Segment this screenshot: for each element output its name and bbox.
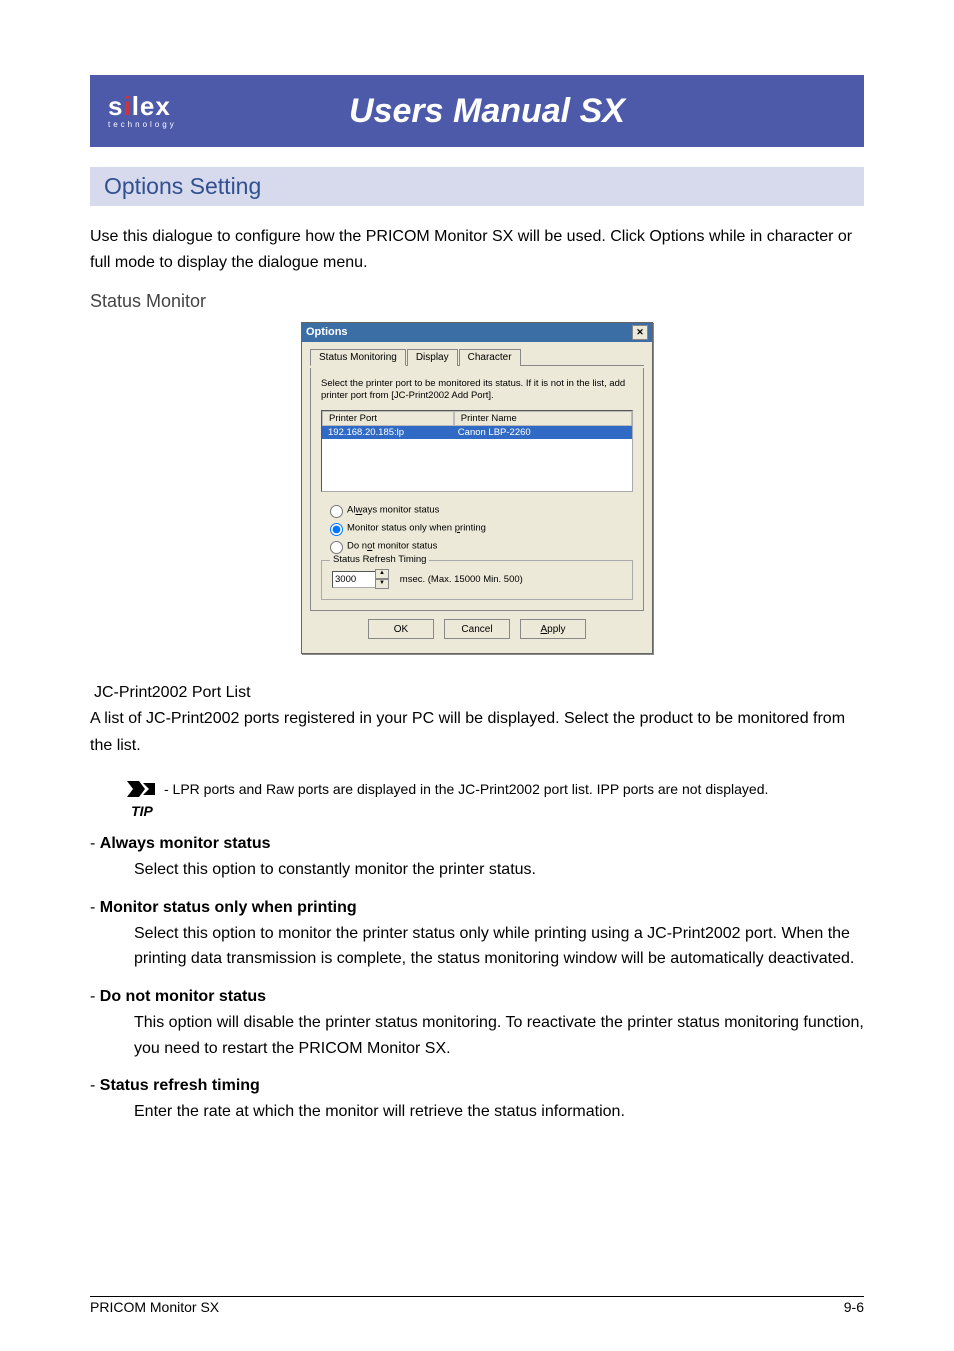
- tip-text: - LPR ports and Raw ports are displayed …: [164, 777, 864, 797]
- radio-do-not-input[interactable]: [330, 541, 343, 554]
- option-when-printing: - Monitor status only when printing Sele…: [90, 899, 864, 972]
- msec-label: msec. (Max. 15000 Min. 500): [400, 574, 523, 585]
- printer-list[interactable]: Printer Port Printer Name 192.168.20.185…: [321, 410, 633, 492]
- cell-port: 192.168.20.185:lp: [322, 426, 452, 439]
- cell-name: Canon LBP-2260: [452, 426, 632, 439]
- close-icon[interactable]: ✕: [632, 325, 648, 340]
- ok-button[interactable]: OK: [368, 619, 434, 639]
- footer-right: 9-6: [844, 1299, 864, 1315]
- tip-row: TIP - LPR ports and Raw ports are displa…: [120, 777, 864, 819]
- option-refresh-title: Status refresh timing: [100, 1077, 260, 1094]
- apply-button[interactable]: Apply: [520, 619, 586, 639]
- refresh-timing-fieldset: Status Refresh Timing ▲ ▼ msec. (Max. 15…: [321, 560, 633, 600]
- tab-pane: Select the printer port to be monitored …: [310, 368, 644, 612]
- dialog-titlebar: Options ✕: [302, 323, 652, 342]
- option-always-title: Always monitor status: [100, 835, 271, 852]
- section-heading: Options Setting: [90, 167, 864, 206]
- tab-display[interactable]: Display: [407, 349, 458, 366]
- portlist-text: A list of JC-Print2002 ports registered …: [90, 706, 864, 759]
- refresh-input[interactable]: [332, 571, 376, 588]
- monitor-mode-radios: Always monitor status Monitor status onl…: [325, 502, 633, 554]
- radio-when-printing[interactable]: Monitor status only when printing: [325, 520, 633, 536]
- list-row-selected[interactable]: 192.168.20.185:lp Canon LBP-2260: [322, 426, 632, 439]
- option-always-desc: Select this option to constantly monitor…: [134, 857, 864, 883]
- tip-icon: TIP: [120, 777, 164, 819]
- tip-label: TIP: [131, 803, 153, 819]
- option-do-not: - Do not monitor status This option will…: [90, 988, 864, 1061]
- logo-s: s: [108, 91, 123, 121]
- col-printer-name[interactable]: Printer Name: [454, 411, 632, 426]
- page-title: Users Manual SX: [188, 92, 846, 131]
- sub-heading: Status Monitor: [90, 291, 864, 312]
- dialog-screenshot: Options ✕ Status Monitoring Display Char…: [90, 322, 864, 655]
- dialog-tabs: Status Monitoring Display Character: [310, 348, 644, 366]
- logo-rest: lex: [132, 91, 171, 121]
- refresh-spinner[interactable]: ▲ ▼: [332, 569, 389, 589]
- footer-left: PRICOM Monitor SX: [90, 1299, 219, 1315]
- dialog-instruction: Select the printer port to be monitored …: [321, 378, 633, 403]
- col-printer-port[interactable]: Printer Port: [322, 411, 454, 426]
- spin-down-icon[interactable]: ▼: [375, 579, 389, 589]
- fieldset-legend: Status Refresh Timing: [330, 554, 429, 565]
- option-do-not-desc: This option will disable the printer sta…: [134, 1010, 864, 1061]
- spin-up-icon[interactable]: ▲: [375, 569, 389, 579]
- options-dialog: Options ✕ Status Monitoring Display Char…: [301, 322, 653, 655]
- option-refresh-timing: - Status refresh timing Enter the rate a…: [90, 1077, 864, 1125]
- footer: PRICOM Monitor SX 9-6: [90, 1296, 864, 1315]
- option-do-not-title: Do not monitor status: [100, 988, 266, 1005]
- tab-status-monitoring[interactable]: Status Monitoring: [310, 349, 406, 366]
- radio-always-input[interactable]: [330, 505, 343, 518]
- radio-always[interactable]: Always monitor status: [325, 502, 633, 518]
- option-when-printing-title: Monitor status only when printing: [100, 899, 357, 916]
- header-bar: silex technology Users Manual SX: [90, 75, 864, 147]
- logo-i: i: [123, 91, 131, 121]
- radio-do-not[interactable]: Do not monitor status: [325, 538, 633, 554]
- cancel-button[interactable]: Cancel: [444, 619, 510, 639]
- intro-text: Use this dialogue to configure how the P…: [90, 224, 864, 277]
- option-refresh-desc: Enter the rate at which the monitor will…: [134, 1099, 864, 1125]
- dialog-title: Options: [306, 326, 348, 338]
- logo: silex technology: [108, 92, 188, 129]
- option-always: - Always monitor status Select this opti…: [90, 835, 864, 883]
- logo-tagline: technology: [108, 121, 188, 130]
- portlist-heading: JC-Print2002 Port List: [94, 684, 864, 702]
- tab-character[interactable]: Character: [459, 349, 521, 366]
- option-when-printing-desc: Select this option to monitor the printe…: [134, 921, 864, 972]
- radio-when-printing-input[interactable]: [330, 523, 343, 536]
